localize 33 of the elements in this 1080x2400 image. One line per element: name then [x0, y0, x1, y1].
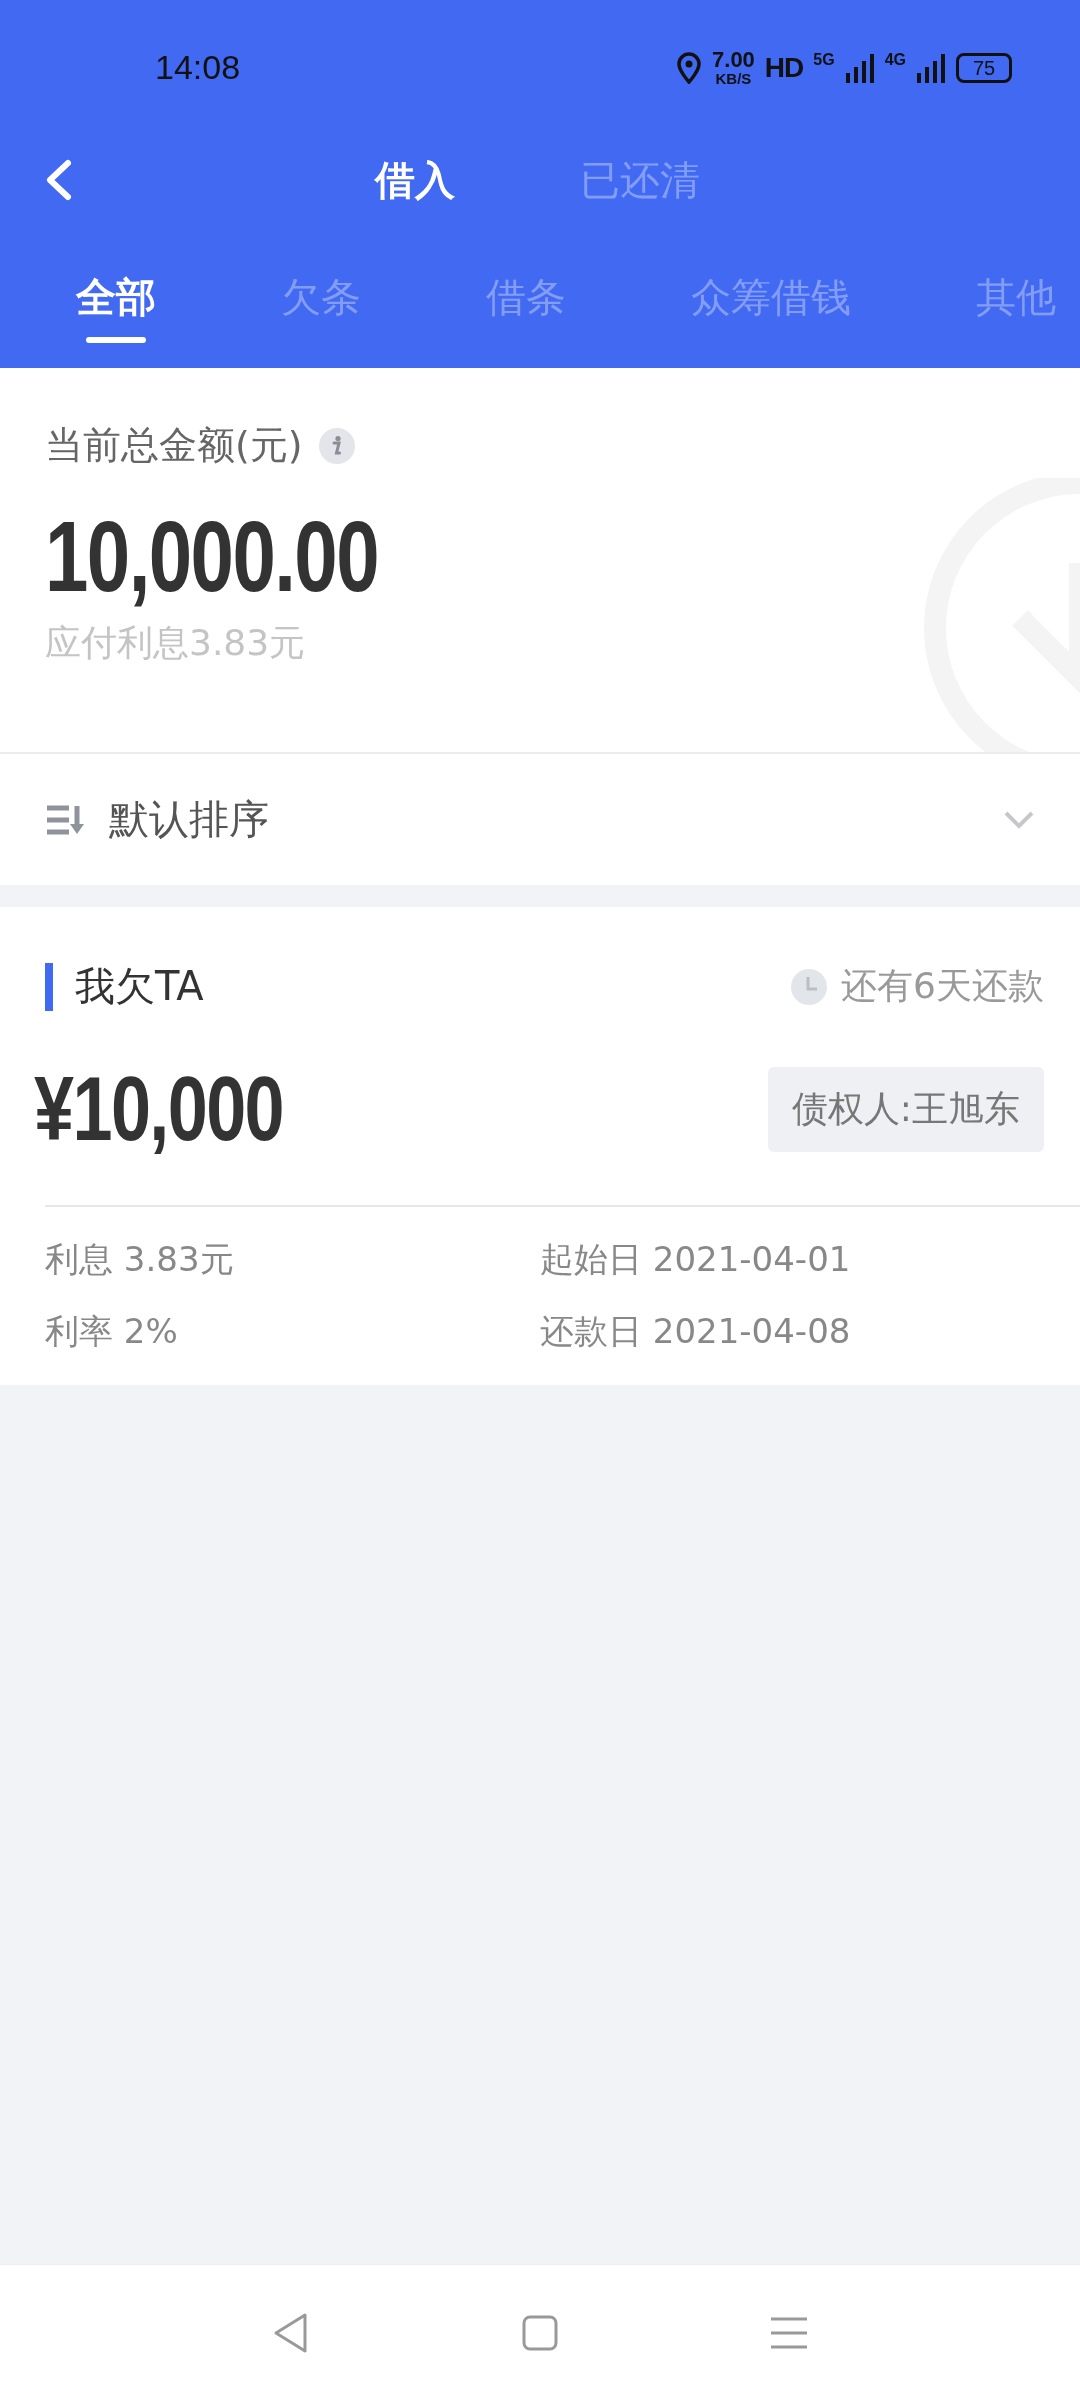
creditor-tag: 债权人:王旭东 [767, 1067, 1044, 1152]
total-amount-label: 当前总金额(元) [45, 422, 303, 469]
interest-payable: 应付利息3.83元 [45, 621, 307, 665]
accent-bar [45, 962, 53, 1011]
category-tab[interactable]: 借条 [486, 270, 566, 343]
hd-label: HD [764, 51, 804, 84]
location-icon [676, 51, 703, 84]
interest-text: 利息 3.83元 [45, 1238, 235, 1281]
loan-title: 我欠TA [75, 962, 204, 1011]
header-tab[interactable]: 已还清 [580, 152, 700, 208]
info-icon[interactable] [318, 427, 355, 464]
signal-icon [844, 52, 875, 83]
network-label: 4G [884, 51, 906, 69]
category-tab[interactable]: 全部 [76, 270, 156, 343]
total-amount: 10,000.00 [45, 501, 379, 611]
signal-icon [916, 52, 946, 83]
category-tab[interactable]: 欠条 [281, 270, 361, 343]
chevron-down-icon [1003, 809, 1035, 830]
due-countdown: 还有6天还款 [841, 964, 1044, 1008]
category-tab[interactable]: 其他 [976, 270, 1056, 343]
header-tab[interactable]: 借入 [375, 152, 455, 208]
home-nav-button[interactable] [521, 2313, 559, 2352]
clock-icon [791, 968, 828, 1005]
network-speed: 7.00 KB/S [712, 49, 755, 86]
category-tab[interactable]: 众筹借钱 [691, 270, 851, 343]
network-label: 5G [813, 51, 835, 69]
sort-icon [45, 803, 85, 836]
status-time: 14:08 [155, 48, 241, 87]
rate-text: 利率 2% [45, 1310, 179, 1353]
battery-indicator: 75 [956, 52, 1012, 83]
due-date: 还款日 2021-04-08 [540, 1310, 852, 1353]
start-date: 起始日 2021-04-01 [540, 1238, 852, 1281]
loan-amount: ¥10,000 [34, 1058, 284, 1161]
